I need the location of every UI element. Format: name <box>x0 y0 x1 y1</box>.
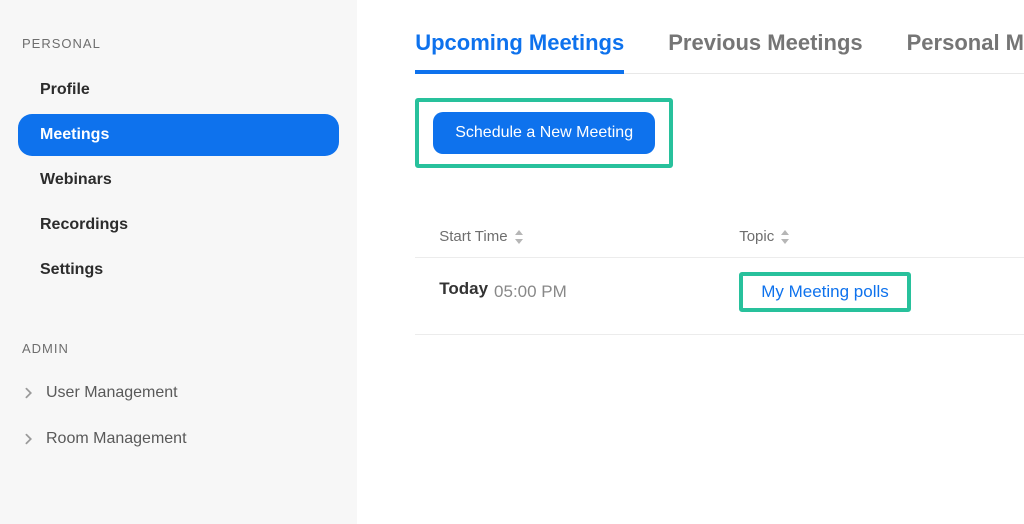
main-content: Upcoming Meetings Previous Meetings Pers… <box>357 0 1024 524</box>
topic-cell: My Meeting polls <box>739 272 1000 312</box>
tabs: Upcoming Meetings Previous Meetings Pers… <box>415 30 1024 74</box>
table-row: Today 05:00 PM My Meeting polls <box>415 257 1024 334</box>
sidebar: PERSONAL Profile Meetings Webinars Recor… <box>0 0 357 524</box>
schedule-new-meeting-button[interactable]: Schedule a New Meeting <box>433 112 655 154</box>
sidebar-item-label: Room Management <box>46 430 187 448</box>
topic-highlight-box: My Meeting polls <box>739 272 911 312</box>
meetings-table: Start Time Topic Today 05:00 PM My Meeti… <box>415 218 1024 335</box>
sidebar-item-recordings[interactable]: Recordings <box>18 204 339 246</box>
sidebar-item-settings[interactable]: Settings <box>18 249 339 291</box>
meeting-topic-link[interactable]: My Meeting polls <box>761 282 889 301</box>
sidebar-item-room-management[interactable]: Room Management <box>18 420 339 458</box>
meeting-day: Today <box>439 279 488 299</box>
column-header-label: Start Time <box>439 228 507 245</box>
admin-header: ADMIN <box>22 341 339 356</box>
column-header-start-time[interactable]: Start Time <box>439 228 739 245</box>
sidebar-item-label: User Management <box>46 384 178 402</box>
sidebar-item-user-management[interactable]: User Management <box>18 374 339 412</box>
column-header-label: Topic <box>739 228 774 245</box>
column-header-topic[interactable]: Topic <box>739 228 1000 245</box>
schedule-highlight-box: Schedule a New Meeting <box>415 98 673 168</box>
start-time-cell: Today 05:00 PM <box>439 272 739 312</box>
chevron-right-icon <box>22 432 36 446</box>
meeting-time: 05:00 PM <box>494 282 567 302</box>
table-header-row: Start Time Topic <box>415 218 1024 257</box>
sidebar-item-meetings[interactable]: Meetings <box>18 114 339 156</box>
tab-upcoming-meetings[interactable]: Upcoming Meetings <box>415 30 624 74</box>
tab-previous-meetings[interactable]: Previous Meetings <box>668 30 862 74</box>
tab-personal[interactable]: Personal M <box>907 30 1024 74</box>
personal-header: PERSONAL <box>22 36 339 51</box>
sort-icon <box>514 230 524 244</box>
sidebar-item-webinars[interactable]: Webinars <box>18 159 339 201</box>
sidebar-item-profile[interactable]: Profile <box>18 69 339 111</box>
sort-icon <box>780 230 790 244</box>
chevron-right-icon <box>22 386 36 400</box>
